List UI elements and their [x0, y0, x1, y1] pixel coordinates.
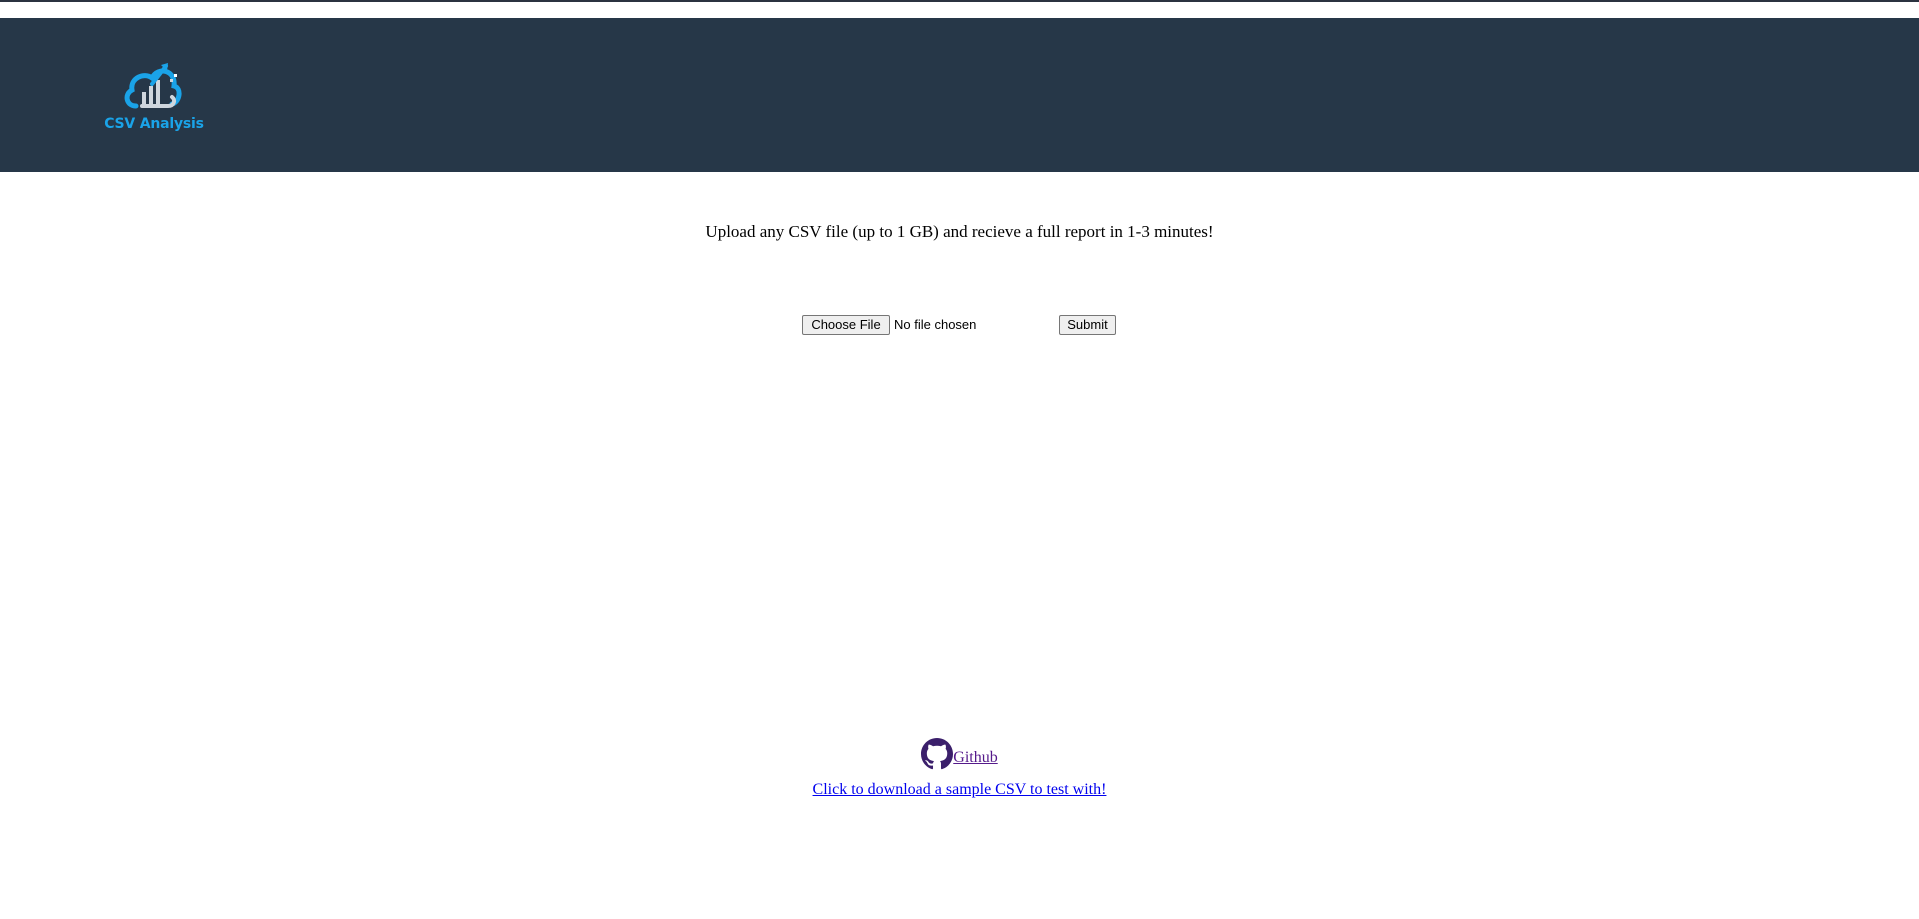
logo-text: CSV Analysis — [104, 116, 204, 132]
sample-csv-link[interactable]: Click to download a sample CSV to test w… — [813, 781, 1107, 799]
submit-button[interactable]: Submit — [1059, 315, 1116, 335]
logo[interactable]: CSV Analysis — [104, 56, 204, 140]
github-row: Github — [0, 737, 1919, 771]
page-tagline: Upload any CSV file (up to 1 GB) and rec… — [705, 222, 1214, 241]
top-border — [0, 0, 1919, 2]
cloud-chart-icon — [124, 63, 182, 109]
file-status-text: No file chosen — [894, 317, 977, 332]
choose-file-button[interactable]: Choose File — [802, 315, 890, 335]
footer: Github Click to download a sample CSV to… — [0, 737, 1919, 799]
github-icon[interactable] — [921, 738, 954, 770]
site-header: CSV Analysis — [0, 18, 1919, 172]
github-link[interactable]: Github — [953, 749, 997, 767]
